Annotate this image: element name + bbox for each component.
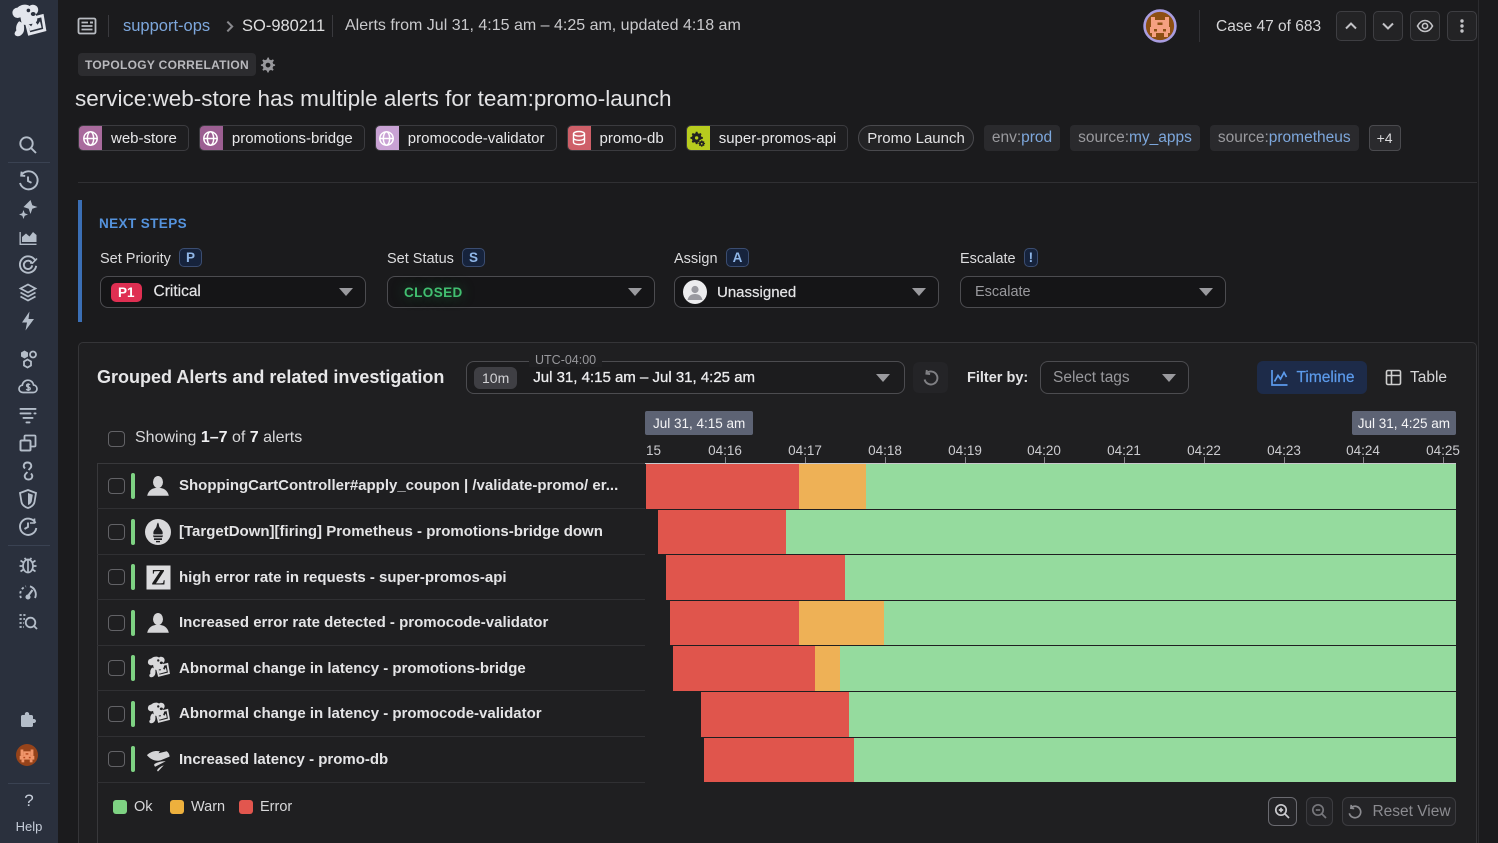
- svg-text:Z: Z: [151, 565, 166, 590]
